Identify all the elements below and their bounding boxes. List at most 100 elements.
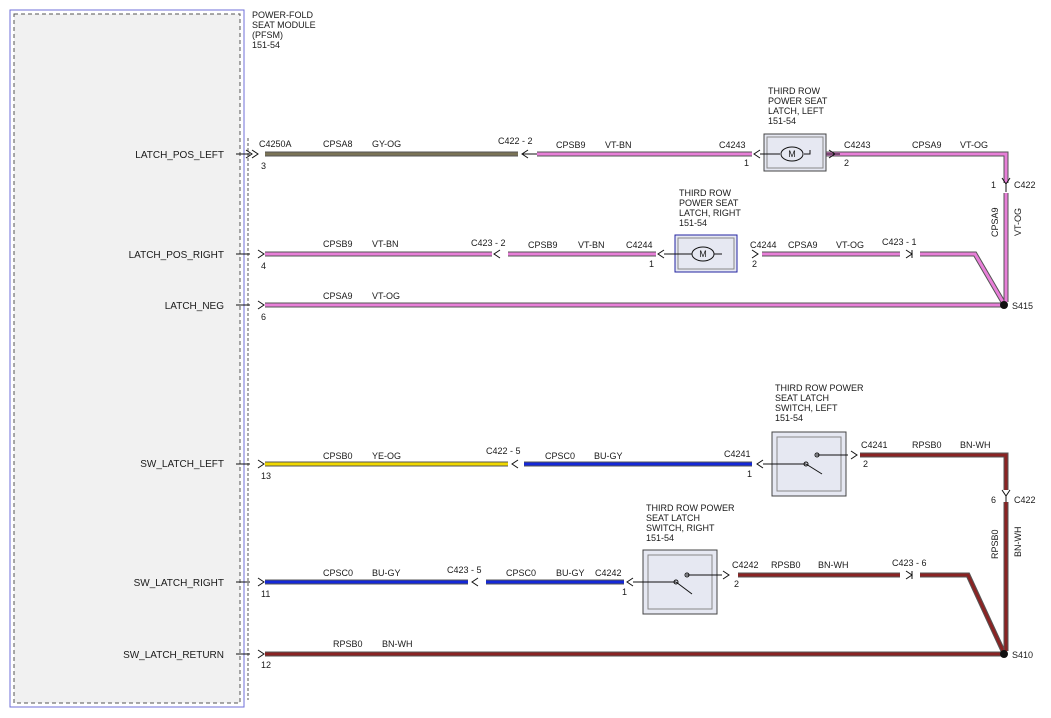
- connector-label: C422: [1014, 180, 1036, 190]
- component-label-line: THIRD ROW POWER: [646, 503, 735, 513]
- connector-arrow: [850, 450, 858, 460]
- motor-symbol: M: [788, 149, 796, 159]
- pin-number: 3: [261, 161, 266, 171]
- connector-label: C423 - 1: [882, 237, 917, 247]
- connector-label: C422 - 2: [498, 136, 533, 146]
- pin-number: 12: [261, 660, 271, 670]
- splice-dot-s415: [1000, 301, 1008, 309]
- component-latch-left: M THIRD ROW POWER SEAT LATCH, LEFT 151-5…: [760, 86, 828, 172]
- connector-label: C4243: [719, 140, 746, 150]
- connector-arrow: [471, 577, 479, 587]
- component-label-line: THIRD ROW: [679, 188, 731, 198]
- component-label-line: SWITCH, RIGHT: [646, 523, 715, 533]
- component-label-line: 151-54: [646, 533, 674, 543]
- component-label-line: 151-54: [679, 218, 707, 228]
- connector-arrow: [905, 570, 913, 580]
- component-label-line: SEAT LATCH: [646, 513, 700, 523]
- module-title-line: (PFSM): [252, 30, 283, 40]
- connector-label: C4244: [750, 240, 777, 250]
- module-pin-numbers: 3 4 6 13 11 12: [261, 161, 271, 670]
- wiring-diagram: POWER-FOLD SEAT MODULE (PFSM) 151-54 LAT…: [9, 9, 1036, 708]
- component-latch-right: M THIRD ROW POWER SEAT LATCH, RIGHT 151-…: [664, 188, 741, 273]
- connector-pin: 1: [744, 158, 749, 168]
- connector-arrow: [521, 149, 537, 159]
- connector-pin: 2: [844, 158, 849, 168]
- wire-rpsb0: [920, 573, 1005, 652]
- wire-circuit: RPSB0: [912, 440, 942, 450]
- wire-circuit: CPSA9: [323, 291, 353, 301]
- wire-circuit: CPSB9: [323, 239, 353, 249]
- connector-pin: 1: [622, 587, 627, 597]
- pin-number: 4: [261, 261, 266, 271]
- connector-label: C4242: [732, 560, 759, 570]
- splice-dot-s410: [1000, 650, 1008, 658]
- pin-name-sw-latch-right: SW_LATCH_RIGHT: [134, 578, 224, 589]
- pin-number: 6: [261, 312, 266, 322]
- wire-color: VT-BN: [578, 240, 605, 250]
- module-title: POWER-FOLD SEAT MODULE (PFSM) 151-54: [252, 10, 316, 50]
- connector-pin: 1: [649, 259, 654, 269]
- wire-outline: [826, 151, 1009, 183]
- connector-label: C422 - 5: [486, 446, 521, 456]
- component-label-line: SWITCH, LEFT: [775, 403, 838, 413]
- connector-label: C4241: [724, 449, 751, 459]
- connector-arrow: [511, 459, 519, 469]
- wire-outline: [860, 452, 1009, 490]
- connector-label: C423 - 6: [892, 558, 927, 568]
- wire-circuit-vertical: RPSB0: [990, 529, 1000, 559]
- connector-arrow: [722, 570, 730, 580]
- wire-color-vertical: BN-WH: [1013, 527, 1023, 558]
- wire-color: BU-GY: [372, 568, 401, 578]
- wire-color: VT-OG: [372, 291, 400, 301]
- wire-circuit: CPSC0: [545, 451, 575, 461]
- component-label-line: LATCH, LEFT: [768, 106, 824, 116]
- wire-circuit: CPSB9: [528, 240, 558, 250]
- pin-name-sw-latch-return: SW_LATCH_RETURN: [123, 650, 224, 661]
- connector-pin: 2: [734, 579, 739, 589]
- connector-pin: 1: [991, 180, 996, 190]
- component-switch-right: THIRD ROW POWER SEAT LATCH SWITCH, RIGHT…: [633, 503, 735, 615]
- connector-label: C4243: [844, 140, 871, 150]
- wire-cpsa9: [826, 152, 1008, 183]
- wire-circuit: CPSB0: [323, 451, 353, 461]
- wire-color: VT-BN: [605, 140, 632, 150]
- connector-arrow: [1001, 489, 1011, 502]
- pin-number: 11: [261, 589, 270, 599]
- component-label-line: LATCH, RIGHT: [679, 208, 741, 218]
- pin-name-latch-pos-left: LATCH_POS_LEFT: [135, 150, 224, 161]
- pin-name-latch-neg: LATCH_NEG: [165, 301, 224, 312]
- wire-color: BN-WH: [960, 440, 991, 450]
- connector-label: C4242: [595, 568, 622, 578]
- connector-pin: 1: [747, 469, 752, 479]
- wire-color: BN-WH: [818, 560, 849, 570]
- wire-cpsa9: [920, 252, 1005, 303]
- connector-arrow: [905, 249, 913, 259]
- connector-arrow: [626, 577, 634, 587]
- component-label-line: 151-54: [768, 116, 796, 126]
- connector-label: C422: [1014, 495, 1036, 505]
- connector-arrow: [751, 249, 759, 259]
- module-body: [13, 13, 241, 704]
- connector-arrow: [756, 459, 764, 469]
- connector-label: C423 - 2: [471, 238, 506, 248]
- wire-circuit: CPSA9: [912, 140, 942, 150]
- wire-color: VT-OG: [836, 240, 864, 250]
- connector-label-c4250a: C4250A: [259, 139, 292, 149]
- pin-name-sw-latch-left: SW_LATCH_LEFT: [140, 459, 224, 470]
- module-title-line: 151-54: [252, 40, 280, 50]
- connector-pin: 2: [863, 459, 868, 469]
- component-label-line: THIRD ROW: [768, 86, 820, 96]
- pin-number: 13: [261, 471, 271, 481]
- connector-pin: 2: [752, 259, 757, 269]
- wire-circuit: RPSB0: [771, 560, 801, 570]
- wire-color-vertical: VT-OG: [1013, 208, 1023, 236]
- wire-color: VT-BN: [372, 239, 399, 249]
- connector-label: C4241: [861, 440, 888, 450]
- wire-circuit: CPSA8: [323, 139, 353, 149]
- wire-circuit: CPSB9: [556, 140, 586, 150]
- splice-label-s410: S410: [1012, 650, 1033, 660]
- inline-connector-arrows: [471, 149, 1011, 587]
- component-switch-left: THIRD ROW POWER SEAT LATCH SWITCH, LEFT …: [763, 383, 864, 497]
- wire-color: BN-WH: [382, 639, 413, 649]
- wire-circuit: CPSA9: [788, 240, 818, 250]
